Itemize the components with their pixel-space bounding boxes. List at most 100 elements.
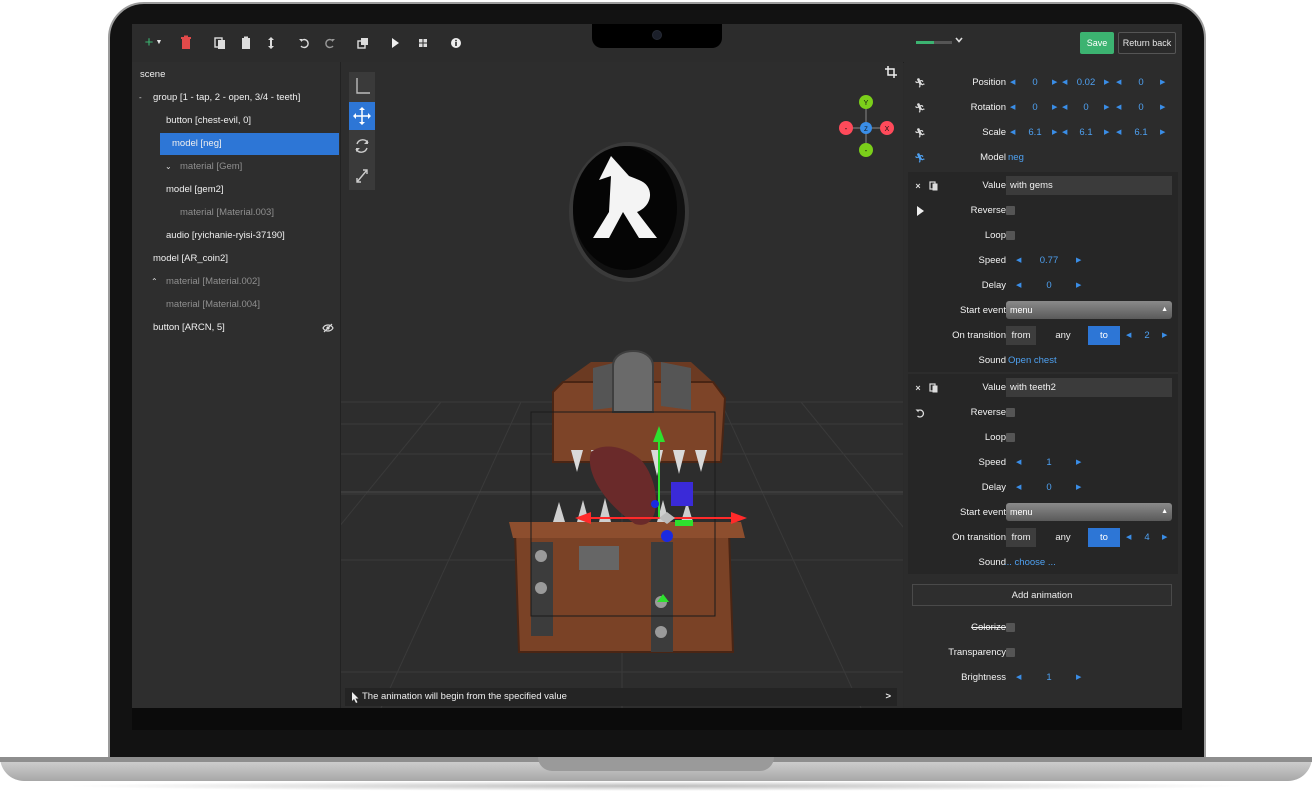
decrement-arrow[interactable]: ◀ [1126,331,1131,339]
rotation-x[interactable]: 0 [1022,102,1048,113]
status-expand-button[interactable]: > [885,688,891,706]
close-icon[interactable]: × [912,180,924,192]
decrement-arrow[interactable]: ◀ [1116,128,1121,136]
tree-item[interactable]: material [Material.003] [180,202,274,224]
anim2-value-input[interactable] [1006,378,1172,397]
increment-arrow[interactable]: ▶ [1052,128,1057,136]
increment-arrow[interactable]: ▶ [1076,483,1081,491]
tree-item[interactable]: ⌃ material [Material.002] [151,271,260,293]
position-y[interactable]: 0.02 [1072,77,1100,88]
anim1-to-button[interactable]: to [1088,326,1120,345]
redo-icon[interactable] [324,35,336,51]
scale-tool-icon[interactable] [349,162,375,190]
anim1-delay-value[interactable]: 0 [1034,280,1064,291]
increment-arrow[interactable]: ▶ [1076,673,1081,681]
increment-arrow[interactable]: ▶ [1104,78,1109,86]
info-icon[interactable] [450,35,462,51]
increment-arrow[interactable]: ▶ [1160,78,1165,86]
anim2-reverse-checkbox[interactable] [1006,408,1015,417]
trash-icon[interactable] [180,35,192,51]
increment-arrow[interactable]: ▶ [1160,128,1165,136]
move-tool-icon[interactable] [349,102,375,130]
chevron-down-icon[interactable] [954,35,964,48]
rotation-y[interactable]: 0 [1072,102,1100,113]
anim1-value-input[interactable] [1006,176,1172,195]
scale-x[interactable]: 6.1 [1022,127,1048,138]
eye-slash-icon[interactable] [322,323,334,333]
axes-icon[interactable] [349,72,375,100]
anim1-speed-value[interactable]: 0.77 [1034,255,1064,266]
save-button[interactable]: Save [1080,32,1114,54]
scale-y[interactable]: 6.1 [1072,127,1100,138]
anim1-any-button[interactable]: any [1044,326,1082,345]
tree-root-scene[interactable]: scene [140,64,165,86]
anim1-start-event-select[interactable]: menu ▲ [1006,301,1172,319]
brightness-value[interactable]: 1 [1034,672,1064,683]
tree-item[interactable]: ⌄ material [Gem] [165,156,242,178]
increment-arrow[interactable]: ▶ [1076,458,1081,466]
anim2-start-event-select[interactable]: menu ▲ [1006,503,1172,521]
anim2-delay-value[interactable]: 0 [1034,482,1064,493]
colorize-checkbox[interactable] [1006,623,1015,632]
copy-icon[interactable] [928,382,940,394]
anim1-loop-checkbox[interactable] [1006,231,1015,240]
decrement-arrow[interactable]: ◀ [1116,78,1121,86]
increment-arrow[interactable]: ▶ [1162,331,1167,339]
decrement-arrow[interactable]: ◀ [1016,458,1021,466]
decrement-arrow[interactable]: ◀ [1016,281,1021,289]
increment-arrow[interactable]: ▶ [1076,281,1081,289]
anim2-sound-link[interactable]: ... choose ... [1004,557,1056,568]
reset-icon[interactable] [914,407,926,419]
grid-icon[interactable] [418,35,428,51]
paste-icon[interactable] [240,35,252,51]
anim2-from-button[interactable]: from [1006,528,1036,547]
anim1-to-value[interactable]: 2 [1138,330,1156,341]
decrement-arrow[interactable]: ◀ [1116,103,1121,111]
decrement-arrow[interactable]: ◀ [1010,78,1015,86]
decrement-arrow[interactable]: ◀ [1062,128,1067,136]
undo-icon[interactable] [298,35,310,51]
anim1-reverse-checkbox[interactable] [1006,206,1015,215]
decrement-arrow[interactable]: ◀ [1016,256,1021,264]
tree-item[interactable]: audio [ryichanie-ryisi-37190] [166,225,285,247]
increment-arrow[interactable]: ▶ [1104,128,1109,136]
chevron-down-icon[interactable]: ▼ [155,35,163,51]
play-icon[interactable] [390,35,400,51]
anim2-to-value[interactable]: 4 [1138,532,1156,543]
anim2-speed-value[interactable]: 1 [1034,457,1064,468]
increment-arrow[interactable]: ▶ [1160,103,1165,111]
tree-item[interactable]: model [neg] [160,133,339,155]
increment-arrow[interactable]: ▶ [1052,103,1057,111]
position-z[interactable]: 0 [1128,77,1154,88]
copy-icon[interactable] [928,180,940,192]
decrement-arrow[interactable]: ◀ [1016,673,1021,681]
anim2-to-button[interactable]: to [1088,528,1120,547]
copy-icon[interactable] [214,35,226,51]
anim1-from-button[interactable]: from [1006,326,1036,345]
tree-toggle-icon[interactable]: - [139,87,142,109]
decrement-arrow[interactable]: ◀ [1062,78,1067,86]
tree-toggle-icon[interactable]: ⌄ [165,156,172,178]
crop-icon[interactable] [885,66,897,78]
transparency-checkbox[interactable] [1006,648,1015,657]
tree-item[interactable]: model [AR_coin2] [153,248,228,270]
close-icon[interactable]: × [912,382,924,394]
3d-viewport[interactable]: Y X Z - - The animation will begin from … [341,62,903,708]
move-vertical-icon[interactable] [266,35,276,51]
tree-item[interactable]: button [chest-evil, 0] [166,110,251,132]
play-icon[interactable] [914,205,926,217]
anim2-loop-checkbox[interactable] [1006,433,1015,442]
rotation-z[interactable]: 0 [1128,102,1154,113]
decrement-arrow[interactable]: ◀ [1016,483,1021,491]
duplicate-icon[interactable] [357,35,369,51]
increment-arrow[interactable]: ▶ [1076,256,1081,264]
model-link[interactable]: neg [1008,152,1024,163]
increment-arrow[interactable]: ▶ [1052,78,1057,86]
increment-arrow[interactable]: ▶ [1162,533,1167,541]
tree-item[interactable]: button [ARCN, 5] [153,317,225,339]
decrement-arrow[interactable]: ◀ [1126,533,1131,541]
tree-item[interactable]: - group [1 - tap, 2 - open, 3/4 - teeth] [139,87,300,109]
rotate-tool-icon[interactable] [349,132,375,160]
tree-item[interactable]: model [gem2] [166,179,224,201]
add-animation-button[interactable]: Add animation [912,584,1172,606]
